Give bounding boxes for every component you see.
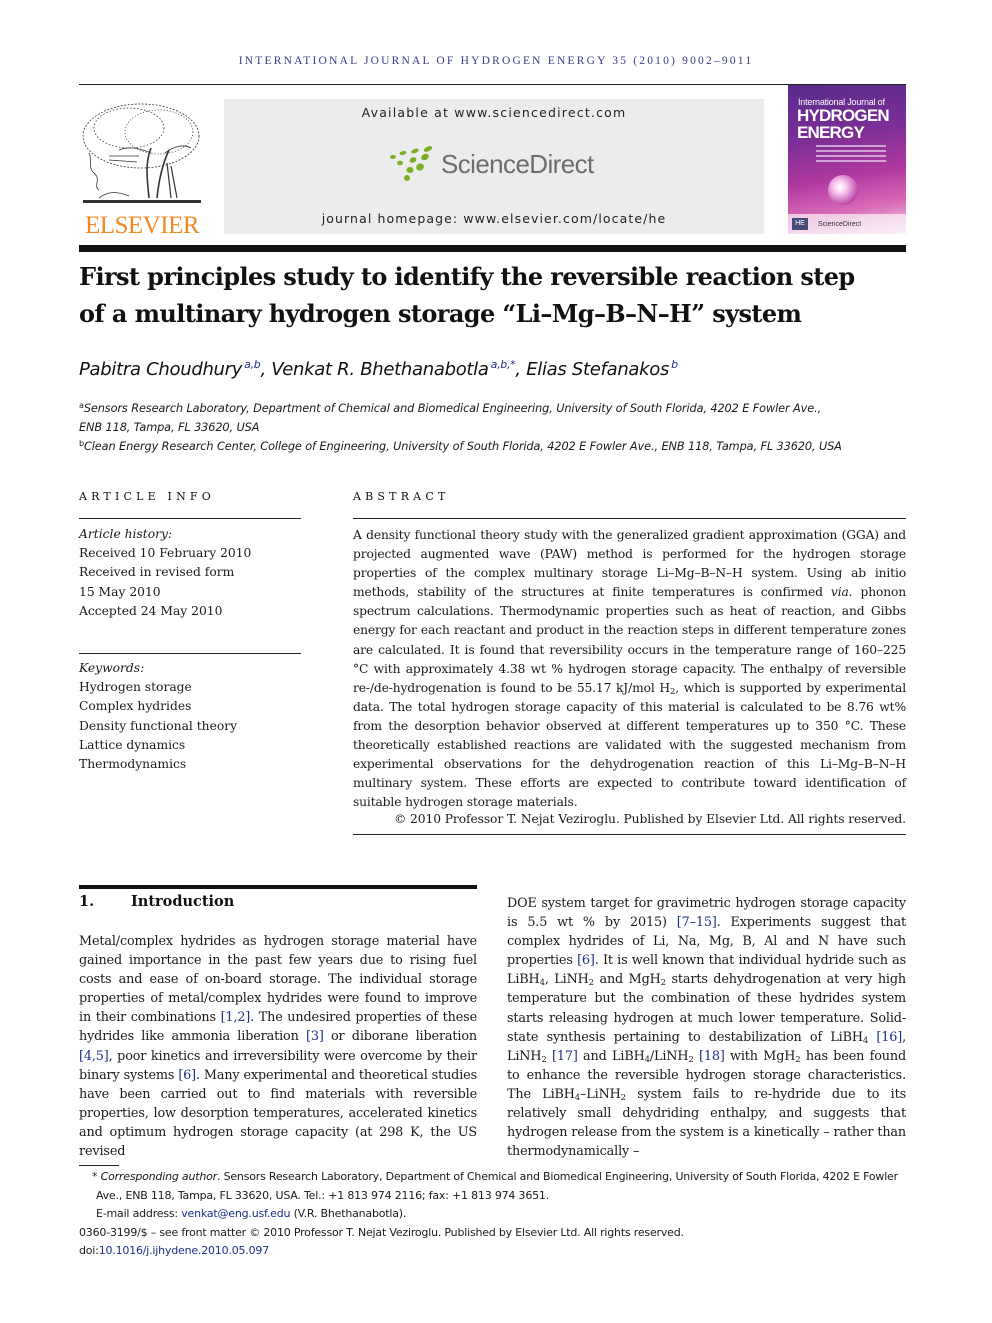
cover-title-line2: ENERGY xyxy=(797,123,865,142)
front-matter-line: 0360-3199/$ – see front matter © 2010 Pr… xyxy=(79,1225,684,1239)
sciencedirect-logo[interactable]: ScienceDirect xyxy=(389,145,609,185)
running-head: INTERNATIONAL JOURNAL OF HYDROGEN ENERGY… xyxy=(238,55,754,67)
elsevier-logo[interactable]: ELSEVIER xyxy=(79,98,205,240)
author-affil-marker[interactable]: a,b xyxy=(244,358,261,371)
section-number: 1. xyxy=(79,893,95,910)
author-list: Pabitra Choudhury a,b, Venkat R. Bhethana… xyxy=(79,358,919,380)
affil-line: Clean Energy Research Center, College of… xyxy=(83,440,842,453)
citation-link[interactable]: [6] xyxy=(178,1068,196,1083)
citation-link[interactable]: [16] xyxy=(876,1030,902,1045)
keywords-label: Keywords: xyxy=(79,661,145,675)
history-item: Received in revised form xyxy=(79,565,235,580)
abstract-text: , which is supported by experimental dat… xyxy=(353,680,906,810)
keyword-item: Lattice dynamics xyxy=(79,737,186,752)
body-text: /LiNH xyxy=(649,1048,689,1064)
keyword-item: Density functional theory xyxy=(79,718,238,733)
author-name[interactable]: Elias Stefanakos xyxy=(526,359,669,380)
cover-orb-graphic xyxy=(828,175,858,205)
email-link[interactable]: venkat@eng.usf.edu xyxy=(181,1207,290,1220)
keyword-item: Thermodynamics xyxy=(79,757,187,772)
email-label: E-mail address: xyxy=(96,1207,182,1220)
author-affil-marker[interactable]: b xyxy=(671,358,678,371)
citation-link[interactable]: [4,5] xyxy=(79,1049,109,1064)
abstract-italic: via xyxy=(830,585,849,600)
corresponding-author-text: . Sensors Research Laboratory, Departmen… xyxy=(96,1170,898,1202)
footnotes: * Corresponding author. Sensors Research… xyxy=(79,1168,909,1261)
intro-rule xyxy=(79,885,477,889)
sciencedirect-wordmark: ScienceDirect xyxy=(441,149,594,179)
author-name[interactable]: Pabitra Choudhury xyxy=(79,359,242,380)
body-text: with MgH xyxy=(724,1048,796,1064)
subscript: 4 xyxy=(862,1035,869,1046)
body-text: , LiNH xyxy=(544,972,589,988)
article-history-label: Article history: xyxy=(79,527,173,541)
cover-badge: HE xyxy=(792,218,808,230)
elsevier-wordmark: ELSEVIER xyxy=(84,212,200,239)
abstract-rule xyxy=(353,518,906,519)
intro-column-left: Metal/complex hydrides as hydrogen stora… xyxy=(79,932,477,1161)
body-text: –LiNH xyxy=(580,1086,621,1102)
journal-homepage-link[interactable]: journal homepage: www.elsevier.com/locat… xyxy=(224,211,764,226)
history-item: Received 10 February 2010 xyxy=(79,546,252,561)
affiliation-b: bClean Energy Research Center, College o… xyxy=(79,434,919,456)
citation-link[interactable]: [1,2] xyxy=(221,1010,251,1025)
citation-link[interactable]: [17] xyxy=(552,1049,578,1064)
keyword-item: Hydrogen storage xyxy=(79,680,192,695)
journal-cover-thumbnail[interactable]: International Journal of HYDROGEN ENERGY… xyxy=(788,85,906,234)
elsevier-tree-icon xyxy=(82,103,201,203)
cover-sd-logo: ScienceDirect xyxy=(818,221,862,228)
cover-title: HYDROGEN ENERGY xyxy=(797,106,890,142)
title-line-1: First principles study to identify the r… xyxy=(79,262,855,291)
article-info-rule xyxy=(79,518,301,519)
abstract-heading: ABSTRACT xyxy=(353,490,450,503)
header-rule xyxy=(79,84,906,85)
article-history: Article history: Received 10 February 20… xyxy=(79,525,301,621)
abstract-text: A density functional theory study with t… xyxy=(353,528,906,600)
citation-link[interactable]: [3] xyxy=(306,1029,324,1044)
body-text: and MgH xyxy=(593,972,661,988)
doi-link[interactable]: 10.1016/j.ijhydene.2010.05.097 xyxy=(99,1244,270,1257)
abstract-copyright: © 2010 Professor T. Nejat Veziroglu. Pub… xyxy=(394,812,906,826)
citation-link[interactable]: [6] xyxy=(577,953,595,968)
article-title: First principles study to identify the r… xyxy=(79,258,919,332)
author-affil-marker[interactable]: a,b,* xyxy=(491,358,516,371)
sciencedirect-banner: Available at www.sciencedirect.com Scien… xyxy=(224,99,764,234)
affil-line: Sensors Research Laboratory, Department … xyxy=(83,402,822,415)
abstract-end-rule xyxy=(353,834,906,835)
body-text: and LiBH xyxy=(577,1048,645,1064)
keyword-item: Complex hydrides xyxy=(79,699,192,714)
doi-label: doi: xyxy=(79,1244,99,1257)
section-heading-introduction: 1. Introduction xyxy=(79,893,234,910)
intro-column-right: DOE system target for gravimetric hydrog… xyxy=(507,894,906,1161)
history-item: Accepted 24 May 2010 xyxy=(79,603,223,618)
sciencedirect-dots-icon xyxy=(390,146,433,181)
masthead-rule xyxy=(79,245,906,252)
author-separator: , xyxy=(515,359,527,380)
cover-title-line1: HYDROGEN xyxy=(797,106,890,125)
subscript: 2 xyxy=(688,1054,694,1065)
keywords-list: Keywords: Hydrogen storage Complex hydri… xyxy=(79,659,301,774)
body-text: or diborane liberation xyxy=(323,1029,477,1045)
article-info-heading: ARTICLE INFO xyxy=(79,490,215,503)
footnote-rule xyxy=(79,1165,119,1166)
title-line-2: of a multinary hydrogen storage “Li–Mg–B… xyxy=(79,299,802,328)
author-separator: , xyxy=(260,359,272,380)
citation-link[interactable]: [7–15] xyxy=(677,915,717,930)
corresponding-author-label: * Corresponding author xyxy=(92,1170,217,1183)
affiliation-a: aSensors Research Laboratory, Department… xyxy=(79,396,919,437)
email-owner: (V.R. Bhethanabotla). xyxy=(290,1207,407,1220)
abstract-body: A density functional theory study with t… xyxy=(353,526,906,812)
keywords-rule xyxy=(79,653,301,654)
abstract-text: . phonon spectrum calculations. Thermody… xyxy=(353,585,907,695)
history-item: 15 May 2010 xyxy=(79,584,161,599)
cover-editor-lines xyxy=(816,145,886,165)
citation-link[interactable]: [18] xyxy=(699,1049,725,1064)
section-title: Introduction xyxy=(131,893,235,910)
subscript: 2 xyxy=(541,1054,547,1065)
author-name[interactable]: Venkat R. Bhethanabotla xyxy=(271,359,489,380)
available-at-text[interactable]: Available at www.sciencedirect.com xyxy=(224,105,764,120)
